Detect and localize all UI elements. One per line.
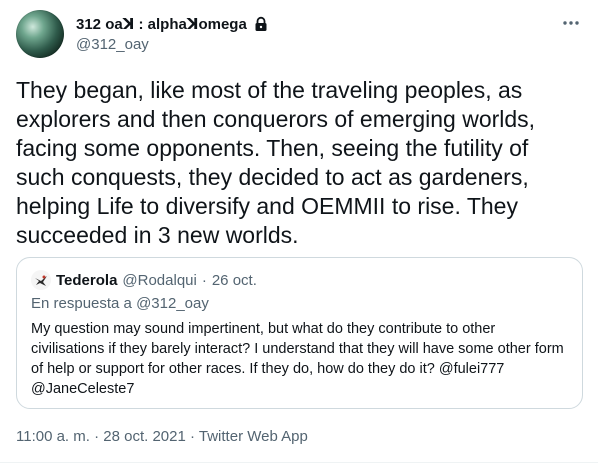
more-icon[interactable]: [560, 14, 582, 32]
tweet-text: They began, like most of the traveling p…: [16, 77, 536, 248]
quoted-author-handle[interactable]: @Rodalqui: [122, 272, 196, 289]
lock-icon: [253, 16, 269, 32]
avatar[interactable]: [16, 10, 64, 58]
quoted-tweet[interactable]: Tederola @Rodalqui · 26 oct. En respuest…: [16, 257, 583, 409]
separator-dot: ·: [201, 271, 207, 289]
quoted-author-name[interactable]: Tederola: [56, 272, 117, 289]
author-name-row: 312 oaꓘ : alphaꓘomega: [76, 15, 269, 33]
quoted-date[interactable]: 26 oct.: [212, 272, 257, 289]
quoted-tweet-text: My question may sound impertinent, but w…: [31, 321, 564, 397]
tweet-timestamp[interactable]: 11:00 a. m. · 28 oct. 2021 · Twitter Web…: [16, 428, 308, 445]
quoted-avatar-icon[interactable]: [31, 270, 51, 290]
author-display-name[interactable]: 312 oaꓘ : alphaꓘomega: [76, 15, 247, 33]
quoted-tweet-header: Tederola @Rodalqui · 26 oct.: [31, 270, 257, 290]
author-handle[interactable]: @312_oay: [76, 36, 149, 53]
reply-to-label[interactable]: En respuesta a @312_oay: [31, 295, 209, 312]
